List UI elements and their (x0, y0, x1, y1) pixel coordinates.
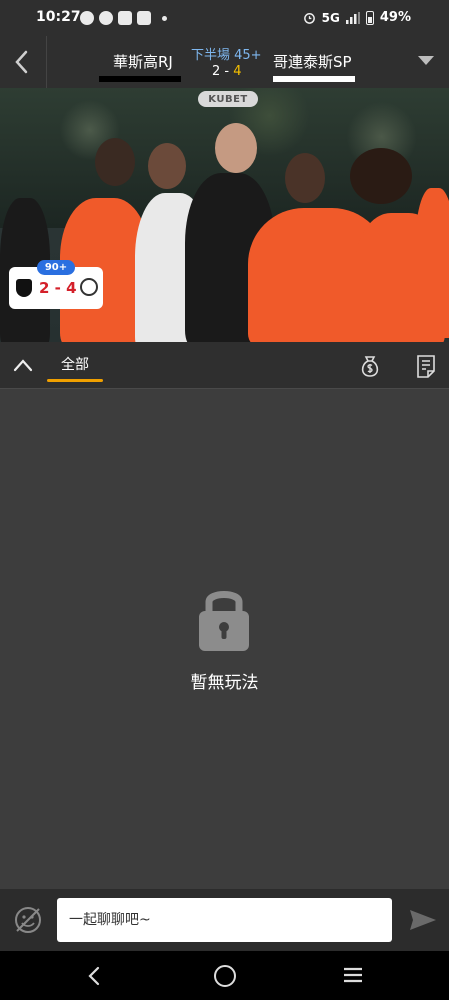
ai-app-icon (137, 11, 151, 25)
player-head (148, 143, 186, 189)
live-video-stream[interactable]: KUBET 2 - 4 90+ (0, 88, 449, 342)
tab-all-label: 全部 (61, 357, 89, 373)
send-icon[interactable] (408, 908, 438, 932)
chat-bar (0, 889, 449, 951)
player-head (350, 148, 412, 204)
battery-percent: 49% (379, 10, 411, 25)
rules-document-icon[interactable] (414, 353, 438, 379)
match-period: 下半場 45+ (191, 48, 262, 63)
chat-bubble-icon (80, 11, 94, 25)
header-divider (46, 36, 47, 88)
tab-active-indicator (47, 379, 103, 382)
home-team-name: 華斯高RJ (113, 53, 173, 71)
home-team-crest-icon (16, 279, 32, 297)
tab-all[interactable]: 全部 (47, 342, 103, 388)
away-team-bar (273, 76, 355, 82)
overlay-score: 2 - 4 (39, 279, 77, 297)
empty-state-message: 暫無玩法 (190, 673, 259, 693)
away-team-name: 哥連泰斯SP (273, 53, 352, 71)
market-tab-bar: 全部 (0, 342, 449, 389)
nav-home-icon[interactable] (214, 965, 236, 987)
youtube-icon (118, 11, 132, 25)
signal-icon (345, 11, 360, 24)
player-figure (415, 188, 449, 338)
battery-icon (365, 10, 374, 25)
system-icons: 5G 49% (303, 10, 411, 25)
status-bar: 10:27 5G 49% (0, 0, 449, 36)
system-navigation-bar (0, 951, 449, 1000)
away-score: 4 (233, 64, 242, 79)
nav-back-icon[interactable] (84, 965, 104, 987)
player-head (285, 153, 325, 203)
chat-input[interactable] (57, 898, 392, 942)
score-separator: - (220, 64, 234, 79)
facebook-icon (99, 11, 113, 25)
home-team-bar (99, 76, 181, 82)
status-time: 10:27 (36, 9, 81, 25)
player-head (215, 123, 257, 173)
money-bag-icon[interactable] (357, 353, 383, 379)
match-minute-badge: 90+ (37, 260, 75, 275)
more-notifications-dot-icon (162, 15, 167, 21)
match-header: 華斯高RJ 下半場 45+ 2 - 4 哥連泰斯SP (0, 36, 449, 88)
collapse-chevron-up-icon[interactable] (12, 356, 34, 374)
match-dropdown-icon[interactable] (418, 56, 434, 65)
nav-recents-icon[interactable] (343, 967, 363, 983)
away-team-crest-icon (80, 278, 98, 296)
lock-icon (199, 591, 249, 651)
network-type: 5G (321, 10, 340, 25)
back-button[interactable] (10, 48, 34, 76)
notification-icons (80, 11, 167, 25)
header-score: 2 - 4 (212, 64, 242, 79)
alarm-icon (303, 13, 315, 24)
sponsor-badge: KUBET (198, 91, 258, 107)
emoji-disabled-icon[interactable] (12, 904, 44, 936)
player-head (95, 138, 135, 186)
